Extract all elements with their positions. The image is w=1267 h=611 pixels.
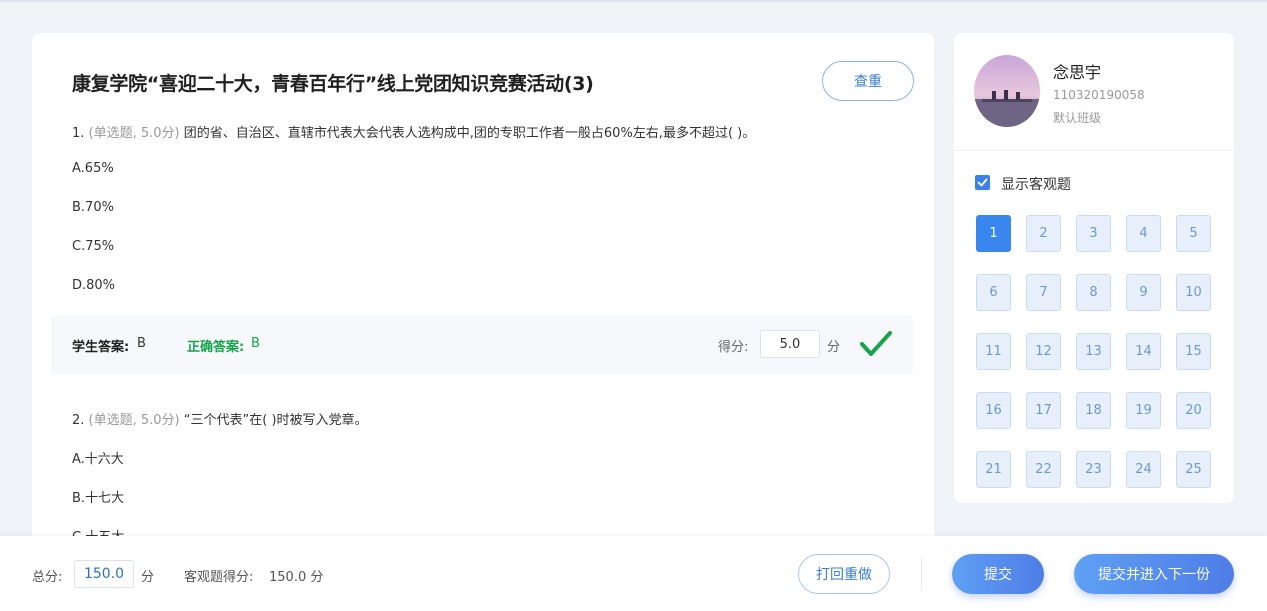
question-2-header: 2. (单选题, 5.0分) “三个代表”在( )时被写入党章。 (72, 409, 368, 428)
option-a: A.65% (72, 161, 114, 176)
score-input[interactable] (760, 330, 820, 358)
question-number: 1. (72, 126, 85, 141)
student-answer-value: B (137, 336, 146, 351)
question-number-button[interactable]: 4 (1126, 215, 1161, 252)
total-score-label: 总分: (32, 570, 63, 585)
question-number-button[interactable]: 16 (976, 392, 1011, 429)
bottom-bar: 总分: 分 客观题得分: 150.0 分 打回重做 提交 提交并进入下一份 (0, 536, 1267, 611)
question-number-button[interactable]: 7 (1026, 274, 1061, 311)
question-number-button[interactable]: 17 (1026, 392, 1061, 429)
question-number-button[interactable]: 13 (1076, 333, 1111, 370)
recheck-button[interactable]: 查重 (822, 61, 914, 101)
score-unit: 分 (827, 340, 841, 355)
show-objective-checkbox[interactable] (975, 175, 990, 190)
submit-button[interactable]: 提交 (952, 554, 1044, 594)
question-number-button[interactable]: 8 (1076, 274, 1111, 311)
question-number-button[interactable]: 25 (1176, 451, 1211, 488)
objective-score-value: 150.0 分 (269, 570, 324, 585)
question-number-button[interactable]: 23 (1076, 451, 1111, 488)
option-b: B.十七大 (72, 491, 125, 506)
correct-answer-value: B (251, 336, 260, 351)
question-number-button[interactable]: 21 (976, 451, 1011, 488)
answer-sheet-panel: 念思宇 110320190058 默认班级 显示客观题 1 2 3 4 5 6 7 8 9 10 1… (954, 33, 1234, 503)
question-number-button[interactable]: 18 (1076, 392, 1111, 429)
check-icon (860, 331, 892, 356)
avatar (974, 55, 1040, 127)
user-class: 默认班级 (1053, 111, 1102, 125)
question-number-button[interactable]: 5 (1176, 215, 1211, 252)
question-number-button[interactable]: 19 (1126, 392, 1161, 429)
answer-bar: 学生答案: B 正确答案: B 得分: 分 (51, 315, 913, 374)
question-text: “三个代表”在( )时被写入党章。 (183, 413, 368, 428)
divider (954, 150, 1234, 151)
question-number-button[interactable]: 1 (976, 215, 1011, 252)
question-meta: (单选题, 5.0分) (88, 413, 180, 428)
page-title: 康复学院“喜迎二十大，青春百年行”线上党团知识竞赛活动(3) (72, 73, 594, 95)
question-text: 团的省、自治区、直辖市代表大会代表人选构成中,团的专职工作者一般占60%左右,最… (183, 126, 756, 141)
question-number-button[interactable]: 11 (976, 333, 1011, 370)
option-c: C.75% (72, 239, 115, 254)
question-number-button[interactable]: 24 (1126, 451, 1161, 488)
question-number-button[interactable]: 9 (1126, 274, 1161, 311)
question-1-header: 1. (单选题, 5.0分) 团的省、自治区、直辖市代表大会代表人选构成中,团的… (72, 122, 755, 141)
redo-button[interactable]: 打回重做 (798, 554, 890, 594)
show-objective-label: 显示客观题 (1001, 177, 1071, 193)
question-number: 2. (72, 413, 85, 428)
score-label: 得分: (718, 340, 749, 355)
option-a: A.十六大 (72, 452, 124, 467)
question-number-button[interactable]: 22 (1026, 451, 1061, 488)
total-score-unit: 分 (141, 570, 155, 585)
question-number-button[interactable]: 20 (1176, 392, 1211, 429)
checkmark-icon (977, 178, 988, 187)
question-number-button[interactable]: 3 (1076, 215, 1111, 252)
question-number-button[interactable]: 12 (1026, 333, 1061, 370)
correct-answer-label: 正确答案: (187, 340, 245, 355)
top-border (0, 0, 1267, 2)
question-meta: (单选题, 5.0分) (88, 126, 180, 141)
option-b: B.70% (72, 200, 114, 215)
submit-next-button[interactable]: 提交并进入下一份 (1074, 554, 1234, 594)
total-score-input[interactable] (74, 560, 134, 588)
question-number-button[interactable]: 14 (1126, 333, 1161, 370)
question-number-button[interactable]: 2 (1026, 215, 1061, 252)
question-number-button[interactable]: 10 (1176, 274, 1211, 311)
question-number-button[interactable]: 15 (1176, 333, 1211, 370)
user-id: 110320190058 (1053, 88, 1145, 102)
question-number-button[interactable]: 6 (976, 274, 1011, 311)
option-d: D.80% (72, 278, 116, 293)
divider (921, 558, 922, 590)
user-name: 念思宇 (1053, 63, 1102, 82)
objective-score-label: 客观题得分: (184, 570, 254, 585)
question-panel: 康复学院“喜迎二十大，青春百年行”线上党团知识竞赛活动(3) 查重 1. (单选… (32, 33, 934, 553)
student-answer-label: 学生答案: (72, 340, 130, 355)
